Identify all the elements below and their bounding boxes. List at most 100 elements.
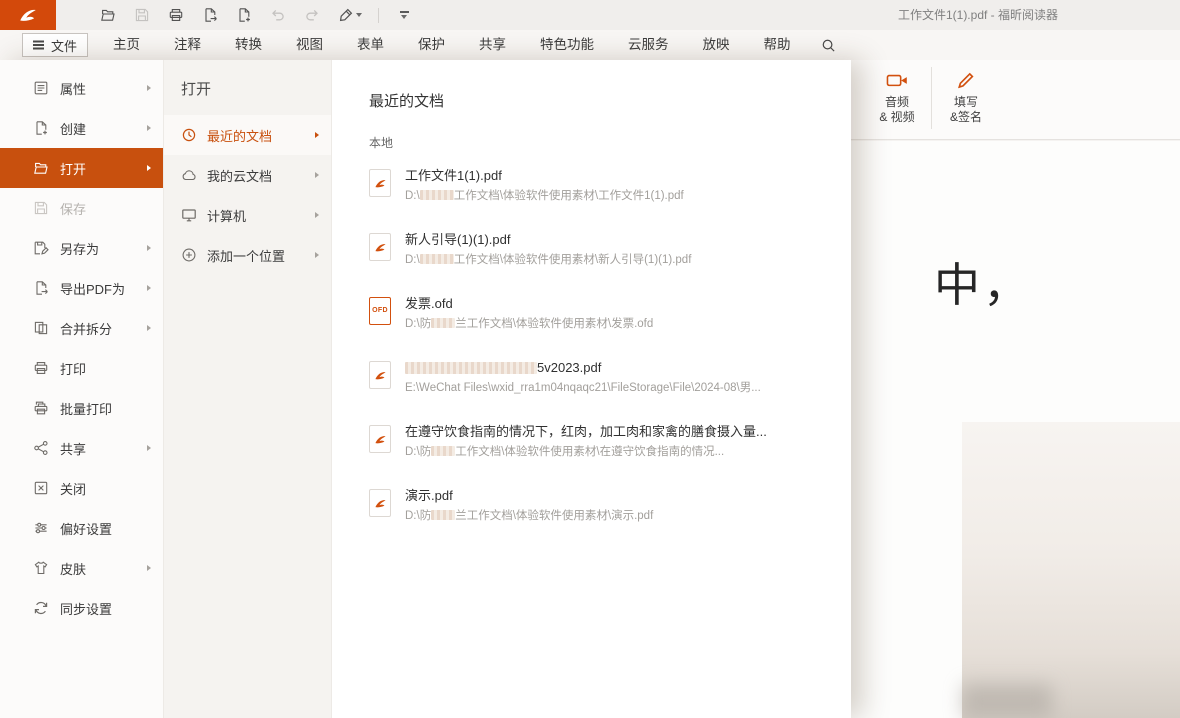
- tab-help[interactable]: 帮助: [747, 30, 808, 60]
- recent-file[interactable]: 演示.pdf D:\防兰工作文档\体验软件使用素材\演示.pdf: [369, 484, 833, 548]
- preferences-icon: [33, 520, 49, 536]
- file-path: D:\工作文档\体验软件使用素材\新人引导(1)(1).pdf: [405, 253, 691, 268]
- tab-special-features[interactable]: 特色功能: [523, 30, 611, 60]
- sidebar-item-label: 导出PDF为: [60, 279, 136, 298]
- chevron-right-icon: [315, 132, 319, 138]
- sidebar-item-label: 保存: [60, 199, 151, 218]
- tab-share[interactable]: 共享: [462, 30, 523, 60]
- sidebar-item-label: 打开: [60, 159, 136, 178]
- save-icon: [134, 7, 150, 23]
- tab-comment[interactable]: 注释: [157, 30, 218, 60]
- chevron-right-icon: [147, 245, 151, 251]
- sidebar-item-label: 批量打印: [60, 399, 151, 418]
- tab-cloud-service[interactable]: 云服务: [611, 30, 686, 60]
- open-item-add-place[interactable]: 添加一个位置: [164, 235, 331, 275]
- undo-button[interactable]: [268, 4, 288, 26]
- pdf-file-icon: [369, 169, 391, 197]
- clock-icon: [181, 127, 197, 143]
- open-folder-icon: [33, 160, 49, 176]
- recent-file[interactable]: 5v2023.pdf E:\WeChat Files\wxid_rra1m04n…: [369, 356, 833, 420]
- create-pdf-button[interactable]: [234, 4, 254, 26]
- skin-icon: [33, 560, 49, 576]
- pdf-file-icon: [369, 425, 391, 453]
- video-camera-icon: [886, 70, 908, 90]
- censored-text: [431, 510, 455, 520]
- recent-file[interactable]: 新人引导(1)(1).pdf D:\工作文档\体验软件使用素材\新人引导(1)(…: [369, 228, 833, 292]
- customize-toolbar-button[interactable]: [393, 4, 415, 26]
- censored-text: [431, 446, 455, 456]
- sidebar-item-label: 同步设置: [60, 599, 151, 618]
- file-path: D:\工作文档\体验软件使用素材\工作文件1(1).pdf: [405, 189, 684, 204]
- censored-text: [431, 318, 455, 328]
- export-button[interactable]: [200, 4, 220, 26]
- print-button[interactable]: [166, 4, 186, 26]
- tab-convert[interactable]: 转换: [218, 30, 279, 60]
- sidebar-item-save-as[interactable]: 另存为: [0, 228, 163, 268]
- computer-icon: [181, 207, 197, 223]
- open-item-cloud-documents[interactable]: 我的云文档: [164, 155, 331, 195]
- menu-bar: 文件 主页 注释 转换 视图 表单 保护 共享 特色功能 云服务 放映 帮助: [0, 30, 1180, 60]
- export-pdf-icon: [33, 280, 49, 296]
- group-label-local: 本地: [369, 134, 833, 151]
- ribbon-item-fill-sign[interactable]: 填写&签名: [939, 60, 993, 125]
- save-button[interactable]: [132, 4, 152, 26]
- file-name: 发票.ofd: [405, 295, 653, 312]
- sidebar-item-merge-split[interactable]: 合并拆分: [0, 308, 163, 348]
- toolbar-separator: [378, 8, 379, 23]
- sidebar-item-skin[interactable]: 皮肤: [0, 548, 163, 588]
- sidebar-item-print[interactable]: 打印: [0, 348, 163, 388]
- sidebar-item-label: 创建: [60, 119, 136, 138]
- sidebar-item-batch-print[interactable]: 批量打印: [0, 388, 163, 428]
- sidebar-item-label: 共享: [60, 439, 136, 458]
- file-menu-button[interactable]: 文件: [22, 33, 88, 57]
- search-button[interactable]: [816, 32, 842, 58]
- sidebar-item-save[interactable]: 保存: [0, 188, 163, 228]
- tab-protect[interactable]: 保护: [401, 30, 462, 60]
- tab-view[interactable]: 视图: [279, 30, 340, 60]
- recent-file[interactable]: 工作文件1(1).pdf D:\工作文档\体验软件使用素材\工作文件1(1).p…: [369, 164, 833, 228]
- sidebar-item-close[interactable]: 关闭: [0, 468, 163, 508]
- undo-icon: [270, 7, 286, 23]
- sidebar-item-label: 关闭: [60, 479, 151, 498]
- work-area: 像注 音频& 视频 填写&签名 中，: [0, 60, 1180, 718]
- print-icon: [33, 360, 49, 376]
- file-menu-panel: 属性 创建 打开 保存: [0, 60, 851, 718]
- share-icon: [33, 440, 49, 456]
- sidebar-item-open[interactable]: 打开: [0, 148, 163, 188]
- chevron-right-icon: [147, 445, 151, 451]
- hamburger-icon: [33, 44, 44, 46]
- recent-file[interactable]: 在遵守饮食指南的情况下，红肉，加工肉和家禽的膳食摄入量... D:\防工作文档\…: [369, 420, 833, 484]
- open-item-recent-documents[interactable]: 最近的文档: [164, 115, 331, 155]
- sidebar-item-export-pdf[interactable]: 导出PDF为: [0, 268, 163, 308]
- open-item-computer[interactable]: 计算机: [164, 195, 331, 235]
- ribbon-item-label: 填写&签名: [939, 95, 993, 125]
- sidebar-item-label: 合并拆分: [60, 319, 136, 338]
- pdf-file-icon: [369, 361, 391, 389]
- recent-file[interactable]: OFD 发票.ofd D:\防兰工作文档\体验软件使用素材\发票.ofd: [369, 292, 833, 356]
- open-file-button[interactable]: [98, 4, 118, 26]
- sidebar-item-create[interactable]: 创建: [0, 108, 163, 148]
- save-as-icon: [33, 240, 49, 256]
- sidebar-item-properties[interactable]: 属性: [0, 68, 163, 108]
- window-title: 工作文件1(1).pdf - 福昕阅读器: [898, 0, 1058, 30]
- chevron-right-icon: [315, 252, 319, 258]
- sidebar-item-preferences[interactable]: 偏好设置: [0, 508, 163, 548]
- file-path: D:\防兰工作文档\体验软件使用素材\发票.ofd: [405, 317, 653, 332]
- sidebar-item-share[interactable]: 共享: [0, 428, 163, 468]
- open-item-label: 最近的文档: [207, 126, 305, 145]
- tab-home[interactable]: 主页: [96, 30, 157, 60]
- censored-text: [420, 190, 454, 200]
- ribbon-item-audio-video[interactable]: 音频& 视频: [870, 60, 924, 125]
- pdf-file-icon: [369, 233, 391, 261]
- chevron-right-icon: [147, 325, 151, 331]
- sidebar-item-label: 偏好设置: [60, 519, 151, 538]
- redo-button[interactable]: [302, 4, 322, 26]
- file-path: E:\WeChat Files\wxid_rra1m04nqaqc21\File…: [405, 381, 761, 396]
- sidebar-item-label: 打印: [60, 359, 151, 378]
- tab-form[interactable]: 表单: [340, 30, 401, 60]
- brush-tool-button[interactable]: [336, 4, 364, 26]
- search-icon: [821, 38, 836, 53]
- chevron-down-icon: [401, 15, 407, 19]
- tab-presentation[interactable]: 放映: [686, 30, 747, 60]
- sidebar-item-sync-settings[interactable]: 同步设置: [0, 588, 163, 628]
